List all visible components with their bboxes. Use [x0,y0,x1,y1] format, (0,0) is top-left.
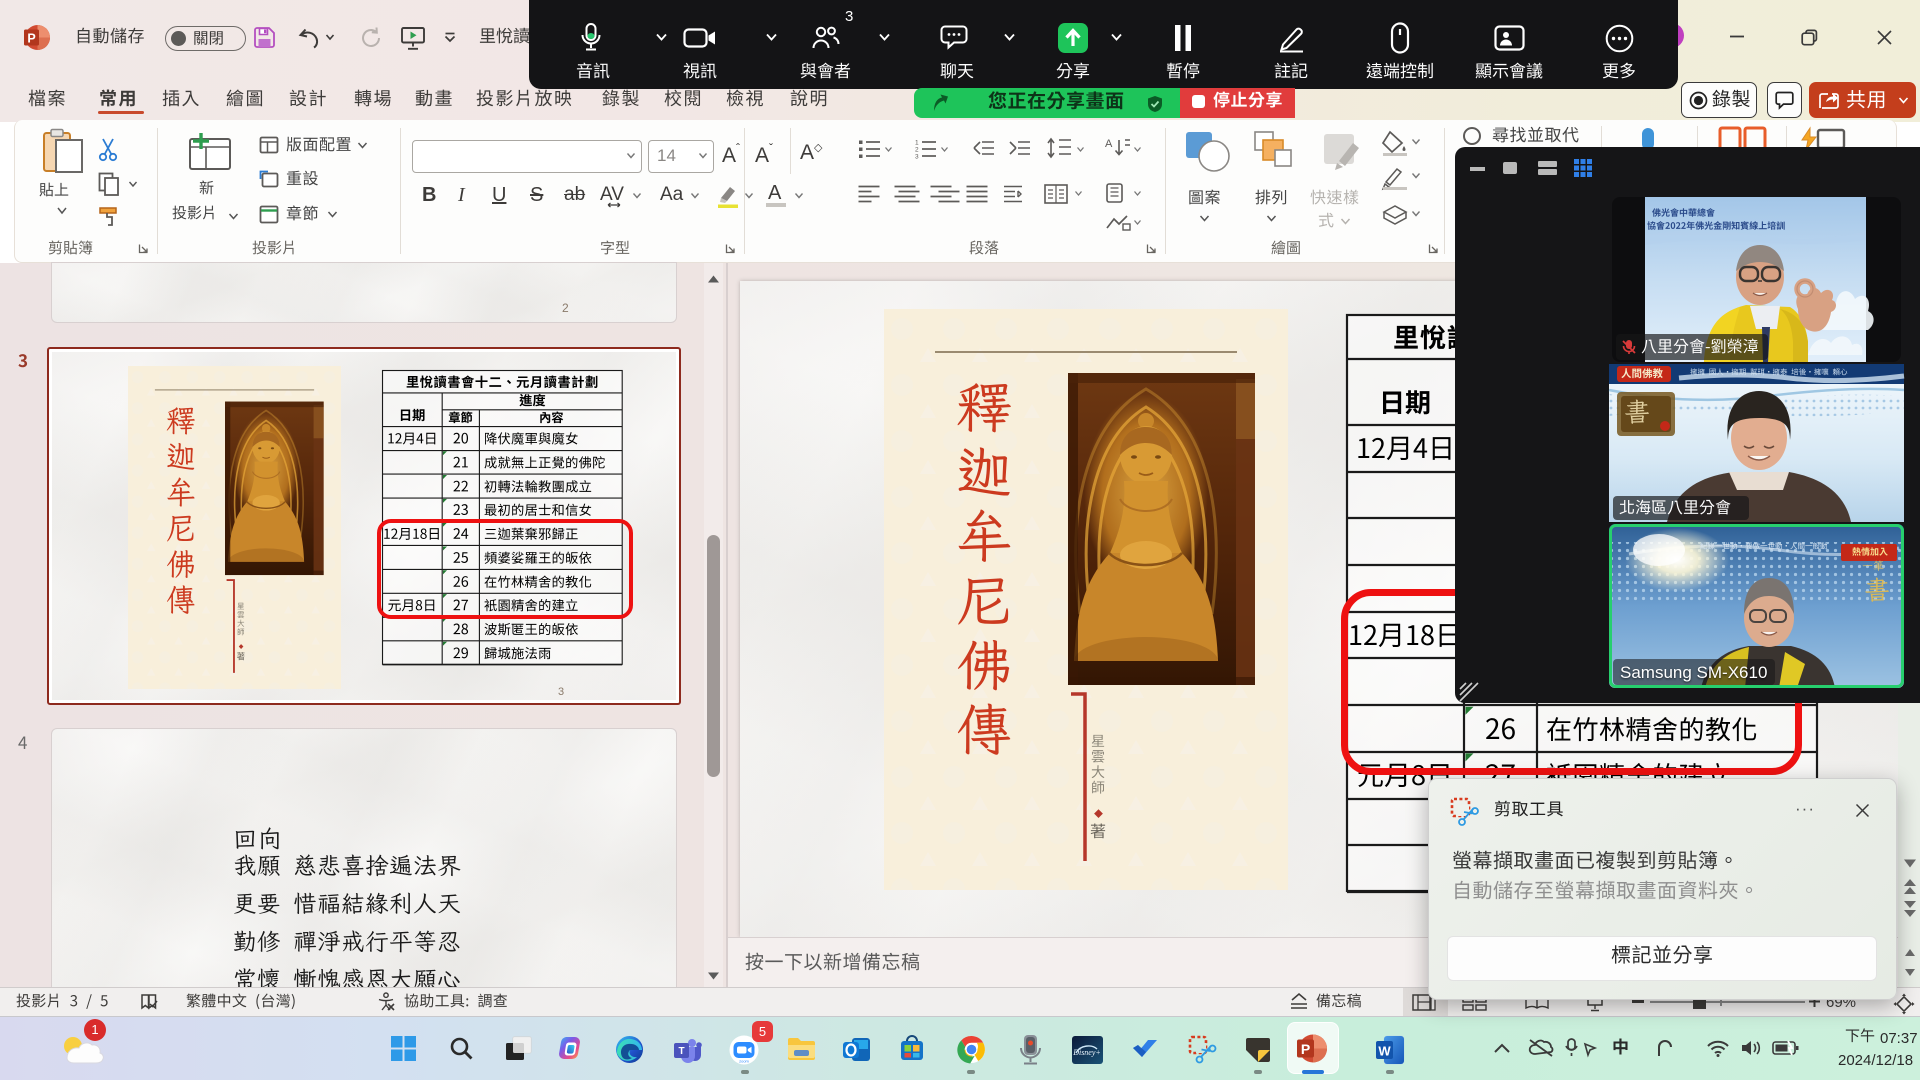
svg-text:P: P [27,32,35,46]
svg-text:Disney+: Disney+ [1072,1048,1101,1057]
svg-text:3: 3 [915,154,919,161]
svg-text:1: 1 [915,140,919,147]
svg-text:AV: AV [600,184,624,205]
svg-text:2: 2 [915,147,919,154]
svg-text:T: T [678,1046,684,1057]
svg-text:zoom: zoom [739,1059,749,1064]
svg-text:W: W [1378,1044,1391,1059]
svg-text:A: A [1105,138,1113,150]
svg-text:P: P [1301,1041,1310,1057]
